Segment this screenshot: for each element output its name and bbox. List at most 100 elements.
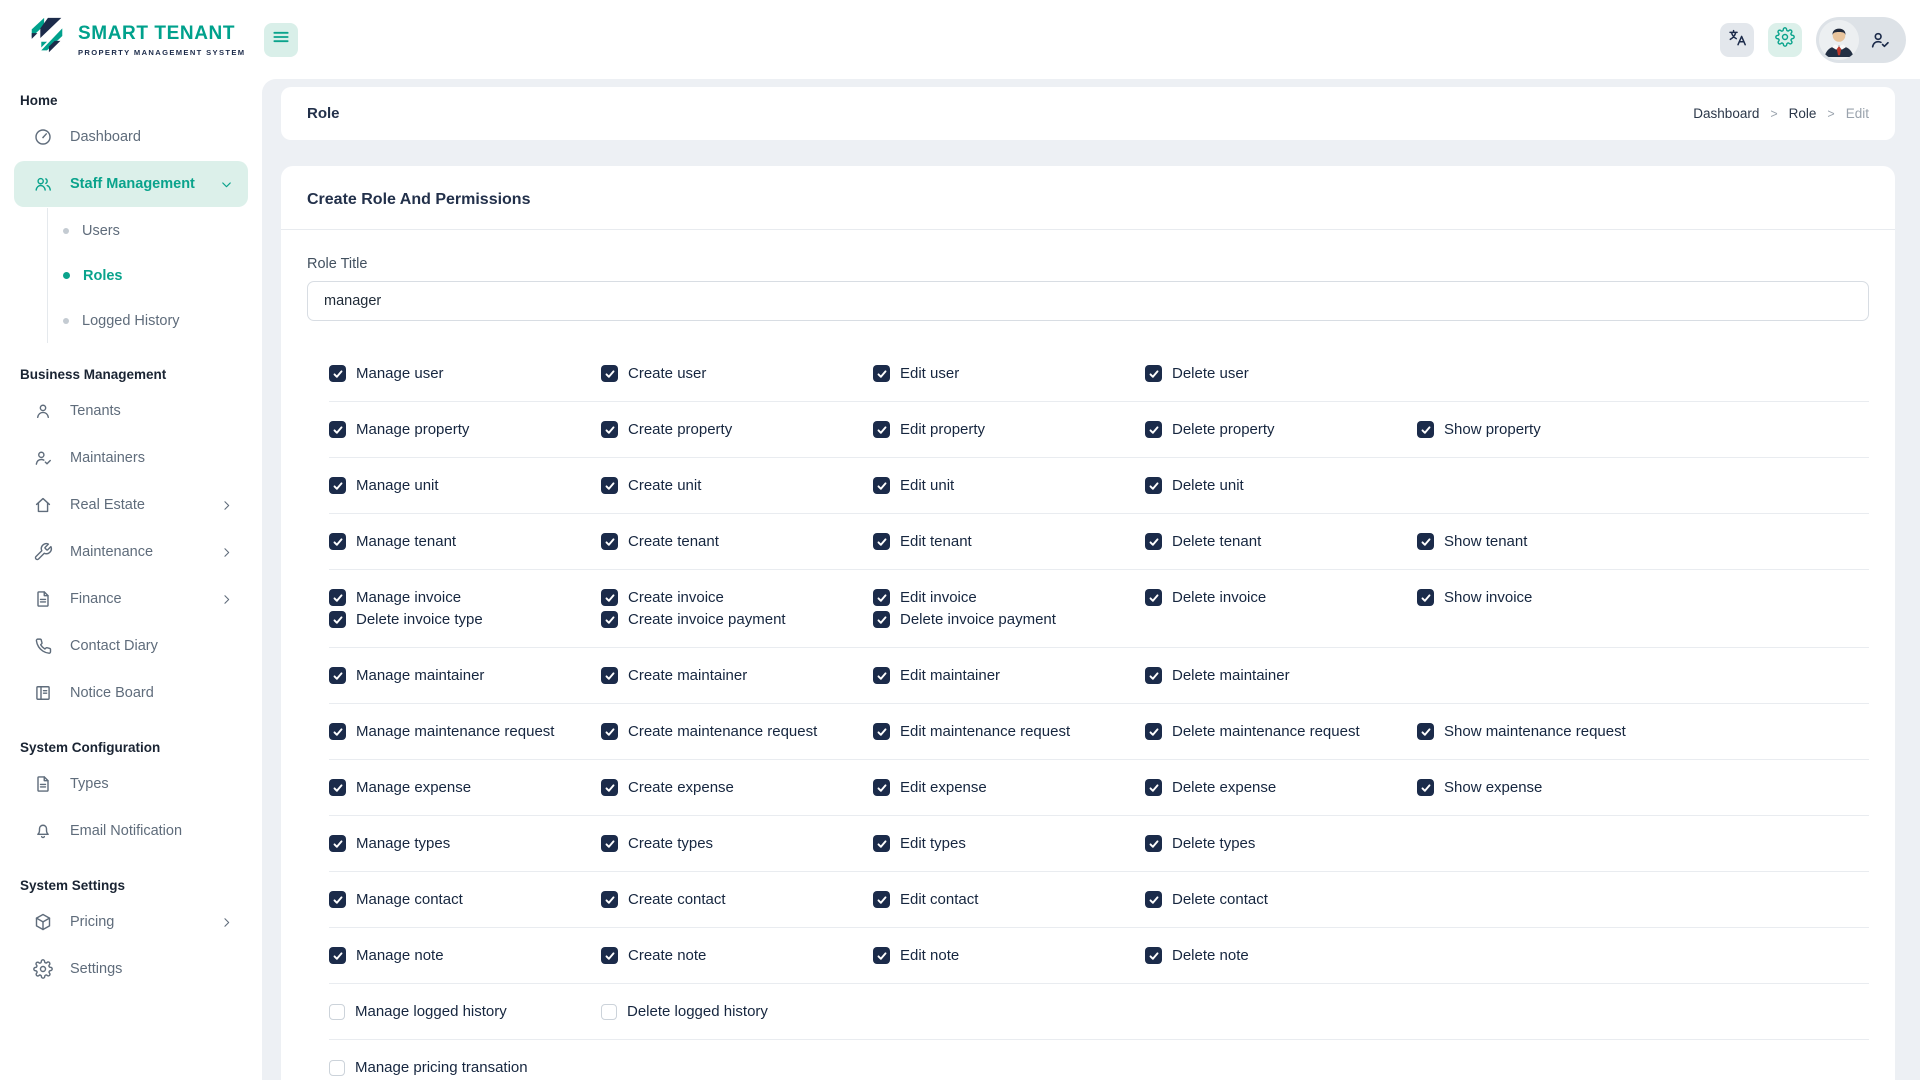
checkbox[interactable] <box>873 589 890 606</box>
permission-edit-user[interactable]: Edit user <box>873 365 1145 382</box>
permission-delete-note[interactable]: Delete note <box>1145 947 1417 964</box>
permission-edit-expense[interactable]: Edit expense <box>873 779 1145 796</box>
checkbox[interactable] <box>329 723 346 740</box>
checkbox[interactable] <box>601 723 618 740</box>
checkbox[interactable] <box>329 1004 345 1020</box>
permission-edit-types[interactable]: Edit types <box>873 835 1145 852</box>
sidebar-item-contact-diary[interactable]: Contact Diary <box>14 623 248 669</box>
sidebar-subitem-logged-history[interactable]: Logged History <box>48 298 262 343</box>
checkbox[interactable] <box>1145 477 1162 494</box>
checkbox[interactable] <box>1417 589 1434 606</box>
permission-delete-invoice[interactable]: Delete invoice <box>1145 589 1417 606</box>
checkbox[interactable] <box>601 779 618 796</box>
checkbox[interactable] <box>1145 835 1162 852</box>
user-menu[interactable] <box>1816 17 1906 63</box>
checkbox[interactable] <box>601 667 618 684</box>
checkbox[interactable] <box>1417 723 1434 740</box>
checkbox[interactable] <box>1145 723 1162 740</box>
checkbox[interactable] <box>601 533 618 550</box>
checkbox[interactable] <box>329 421 346 438</box>
sidebar-subitem-roles[interactable]: Roles <box>48 253 262 298</box>
permission-delete-maintainer[interactable]: Delete maintainer <box>1145 667 1417 684</box>
checkbox[interactable] <box>601 477 618 494</box>
checkbox[interactable] <box>1145 533 1162 550</box>
permission-manage-logged-history[interactable]: Manage logged history <box>329 1003 601 1020</box>
checkbox[interactable] <box>601 421 618 438</box>
permission-manage-expense[interactable]: Manage expense <box>329 779 601 796</box>
permission-manage-invoice[interactable]: Manage invoice <box>329 589 601 606</box>
permission-manage-unit[interactable]: Manage unit <box>329 477 601 494</box>
permission-create-invoice[interactable]: Create invoice <box>601 589 873 606</box>
breadcrumb-item-role[interactable]: Role <box>1789 106 1817 121</box>
checkbox[interactable] <box>601 1004 617 1020</box>
permission-edit-unit[interactable]: Edit unit <box>873 477 1145 494</box>
permission-manage-tenant[interactable]: Manage tenant <box>329 533 601 550</box>
permission-edit-maintenance-request[interactable]: Edit maintenance request <box>873 723 1145 740</box>
permission-edit-note[interactable]: Edit note <box>873 947 1145 964</box>
permission-create-tenant[interactable]: Create tenant <box>601 533 873 550</box>
language-button[interactable] <box>1720 23 1754 57</box>
permission-create-user[interactable]: Create user <box>601 365 873 382</box>
checkbox[interactable] <box>1145 421 1162 438</box>
sidebar-subitem-users[interactable]: Users <box>48 208 262 253</box>
checkbox[interactable] <box>873 891 890 908</box>
role-title-input[interactable] <box>307 281 1869 321</box>
permission-create-note[interactable]: Create note <box>601 947 873 964</box>
permission-edit-property[interactable]: Edit property <box>873 421 1145 438</box>
permission-manage-pricing-transation[interactable]: Manage pricing transation <box>329 1059 601 1076</box>
permission-delete-logged-history[interactable]: Delete logged history <box>601 1003 873 1020</box>
checkbox[interactable] <box>1145 667 1162 684</box>
checkbox[interactable] <box>329 1060 345 1076</box>
checkbox[interactable] <box>873 723 890 740</box>
permission-manage-maintenance-request[interactable]: Manage maintenance request <box>329 723 601 740</box>
checkbox[interactable] <box>873 835 890 852</box>
checkbox[interactable] <box>1145 891 1162 908</box>
checkbox[interactable] <box>601 365 618 382</box>
permission-delete-property[interactable]: Delete property <box>1145 421 1417 438</box>
permission-show-property[interactable]: Show property <box>1417 421 1689 438</box>
checkbox[interactable] <box>601 891 618 908</box>
permission-delete-unit[interactable]: Delete unit <box>1145 477 1417 494</box>
menu-toggle-button[interactable] <box>264 23 298 57</box>
permission-create-unit[interactable]: Create unit <box>601 477 873 494</box>
permission-delete-contact[interactable]: Delete contact <box>1145 891 1417 908</box>
sidebar-item-types[interactable]: Types <box>14 761 248 807</box>
checkbox[interactable] <box>1145 947 1162 964</box>
permission-manage-note[interactable]: Manage note <box>329 947 601 964</box>
checkbox[interactable] <box>873 611 890 628</box>
checkbox[interactable] <box>1145 779 1162 796</box>
checkbox[interactable] <box>601 835 618 852</box>
checkbox[interactable] <box>601 947 618 964</box>
sidebar-item-real-estate[interactable]: Real Estate <box>14 482 248 528</box>
sidebar-item-maintenance[interactable]: Maintenance <box>14 529 248 575</box>
checkbox[interactable] <box>1417 421 1434 438</box>
permission-edit-invoice[interactable]: Edit invoice <box>873 589 1145 606</box>
checkbox[interactable] <box>1417 533 1434 550</box>
checkbox[interactable] <box>873 533 890 550</box>
breadcrumb-item-dashboard[interactable]: Dashboard <box>1693 106 1759 121</box>
permission-delete-user[interactable]: Delete user <box>1145 365 1417 382</box>
permission-show-tenant[interactable]: Show tenant <box>1417 533 1689 550</box>
permission-create-contact[interactable]: Create contact <box>601 891 873 908</box>
permission-show-invoice[interactable]: Show invoice <box>1417 589 1689 606</box>
permission-show-expense[interactable]: Show expense <box>1417 779 1689 796</box>
checkbox[interactable] <box>601 589 618 606</box>
sidebar-item-finance[interactable]: Finance <box>14 576 248 622</box>
permission-manage-user[interactable]: Manage user <box>329 365 601 382</box>
permission-create-types[interactable]: Create types <box>601 835 873 852</box>
permission-delete-expense[interactable]: Delete expense <box>1145 779 1417 796</box>
permission-edit-maintainer[interactable]: Edit maintainer <box>873 667 1145 684</box>
permission-manage-contact[interactable]: Manage contact <box>329 891 601 908</box>
permission-create-invoice-payment[interactable]: Create invoice payment <box>601 611 873 628</box>
checkbox[interactable] <box>329 365 346 382</box>
permission-show-maintenance-request[interactable]: Show maintenance request <box>1417 723 1689 740</box>
checkbox[interactable] <box>329 835 346 852</box>
sidebar-item-pricing[interactable]: Pricing <box>14 899 248 945</box>
sidebar-item-dashboard[interactable]: Dashboard <box>14 114 248 160</box>
permission-create-maintainer[interactable]: Create maintainer <box>601 667 873 684</box>
permission-manage-property[interactable]: Manage property <box>329 421 601 438</box>
permission-manage-maintainer[interactable]: Manage maintainer <box>329 667 601 684</box>
checkbox[interactable] <box>329 779 346 796</box>
permission-edit-contact[interactable]: Edit contact <box>873 891 1145 908</box>
checkbox[interactable] <box>329 611 346 628</box>
